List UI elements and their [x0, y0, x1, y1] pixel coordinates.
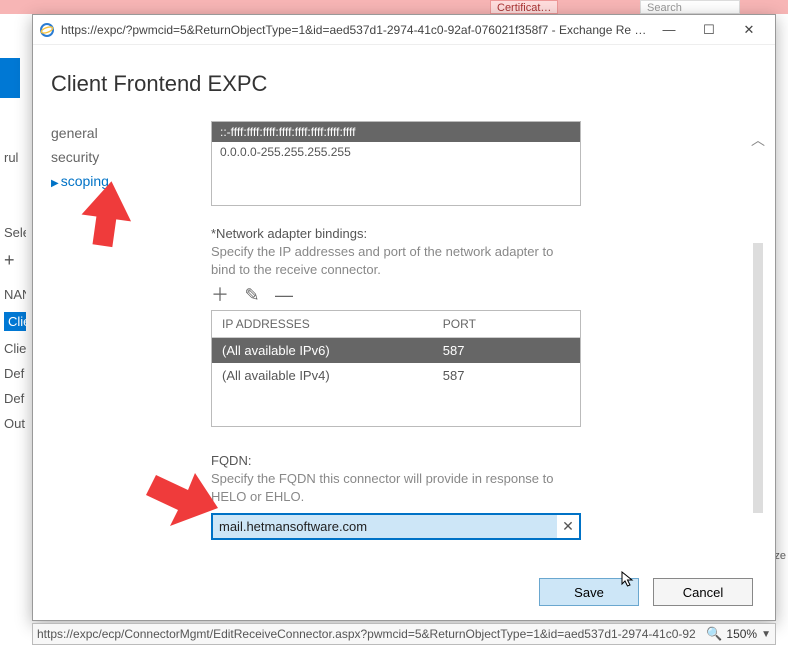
form-area: ::-ffff:ffff:ffff:ffff:ffff:ffff:ffff:ff…	[211, 121, 581, 558]
scrollbar[interactable]	[753, 243, 763, 513]
bg-text: ze	[774, 550, 786, 562]
bg-certificate-warning: Certificat…	[490, 0, 558, 14]
sidenav-item-general[interactable]: general	[51, 121, 211, 145]
bg-left-panel: rul Sele + NAN Clie Clie Def Def Out	[0, 100, 30, 621]
table-row[interactable]: (All available IPv6) 587	[212, 338, 580, 363]
list-item[interactable]: ::-ffff:ffff:ffff:ffff:ffff:ffff:ffff:ff…	[212, 122, 580, 142]
cancel-button[interactable]: Cancel	[653, 578, 753, 606]
bindings-label: *Network adapter bindings:	[211, 226, 581, 241]
footer-buttons: Save Cancel	[539, 578, 753, 606]
clear-icon[interactable]: ✕	[557, 518, 579, 535]
remove-button[interactable]: —	[275, 286, 293, 304]
grid-spacer	[212, 388, 580, 426]
table-row[interactable]: (All available IPv4) 587	[212, 363, 580, 388]
bg-text: NAN	[4, 287, 26, 302]
bindings-grid: IP ADDRESSES PORT (All available IPv6) 5…	[211, 310, 581, 427]
edit-button[interactable]: ✎	[243, 286, 261, 304]
bg-plus: +	[4, 250, 26, 271]
scroll-up-icon[interactable]: ︿	[749, 125, 767, 155]
fqdn-label: FQDN:	[211, 453, 581, 468]
cell-ip: (All available IPv6)	[212, 338, 433, 363]
fqdn-input[interactable]	[213, 515, 557, 538]
cell-port: 587	[433, 363, 580, 388]
sidenav-item-scoping[interactable]: ▶scoping	[51, 169, 211, 193]
cell-port: 587	[433, 338, 580, 363]
sidenav-item-label: scoping	[61, 173, 109, 189]
bg-row: Clie	[4, 341, 26, 356]
window-titlebar: https://expc/?pwmcid=5&ReturnObjectType=…	[33, 15, 775, 45]
bg-text: rul	[4, 150, 26, 165]
bg-text: Sele	[4, 225, 26, 240]
zoom-dropdown-icon[interactable]: ▼	[761, 629, 771, 640]
maximize-button[interactable]: ☐	[689, 16, 729, 44]
bg-search-box: Search	[640, 0, 740, 14]
grid-header: IP ADDRESSES PORT	[212, 311, 580, 338]
status-bar: https://expc/ecp/ConnectorMgmt/EditRecei…	[32, 623, 776, 645]
save-button[interactable]: Save	[539, 578, 639, 606]
minimize-button[interactable]: —	[649, 16, 689, 44]
add-button[interactable]: ＋	[211, 286, 229, 304]
close-button[interactable]: ✕	[729, 16, 769, 44]
caret-right-icon: ▶	[51, 178, 59, 189]
status-url: https://expc/ecp/ConnectorMgmt/EditRecei…	[37, 627, 702, 641]
zoom-level[interactable]: 150%	[726, 627, 757, 641]
col-port-header: PORT	[433, 311, 580, 337]
bindings-help: Specify the IP addresses and port of the…	[211, 243, 581, 278]
popup-window: https://expc/?pwmcid=5&ReturnObjectType=…	[32, 14, 776, 621]
bg-row: Def	[4, 366, 26, 381]
ie-icon	[39, 22, 55, 38]
sidenav-item-security[interactable]: security	[51, 145, 211, 169]
fqdn-input-wrap: ✕	[211, 513, 581, 540]
grid-body: (All available IPv6) 587 (All available …	[212, 338, 580, 426]
bg-row: Def	[4, 391, 26, 406]
col-ip-header: IP ADDRESSES	[212, 311, 433, 337]
window-url: https://expc/?pwmcid=5&ReturnObjectType=…	[61, 23, 649, 37]
bindings-toolbar: ＋ ✎ —	[211, 286, 581, 304]
popup-content: Client Frontend EXPC general security ▶s…	[51, 53, 763, 570]
cell-ip: (All available IPv4)	[212, 363, 433, 388]
list-item[interactable]: 0.0.0.0-255.255.255.255	[212, 142, 580, 162]
remote-ranges-listbox[interactable]: ::-ffff:ffff:ffff:ffff:ffff:ffff:ffff:ff…	[211, 121, 581, 206]
fqdn-help: Specify the FQDN this connector will pro…	[211, 470, 581, 505]
side-nav: general security ▶scoping	[51, 121, 211, 558]
zoom-icon[interactable]: 🔍	[706, 626, 722, 642]
page-title: Client Frontend EXPC	[51, 71, 763, 97]
bg-row: Clie	[4, 312, 26, 331]
bg-row: Out	[4, 416, 26, 431]
bg-nav-strip	[0, 58, 20, 98]
